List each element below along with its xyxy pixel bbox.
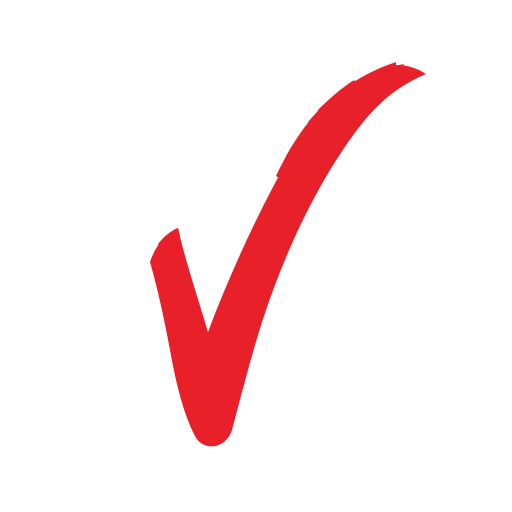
checkmark-icon [150,62,426,447]
checkmark-stroke [150,65,426,447]
icon-canvas [0,0,512,512]
